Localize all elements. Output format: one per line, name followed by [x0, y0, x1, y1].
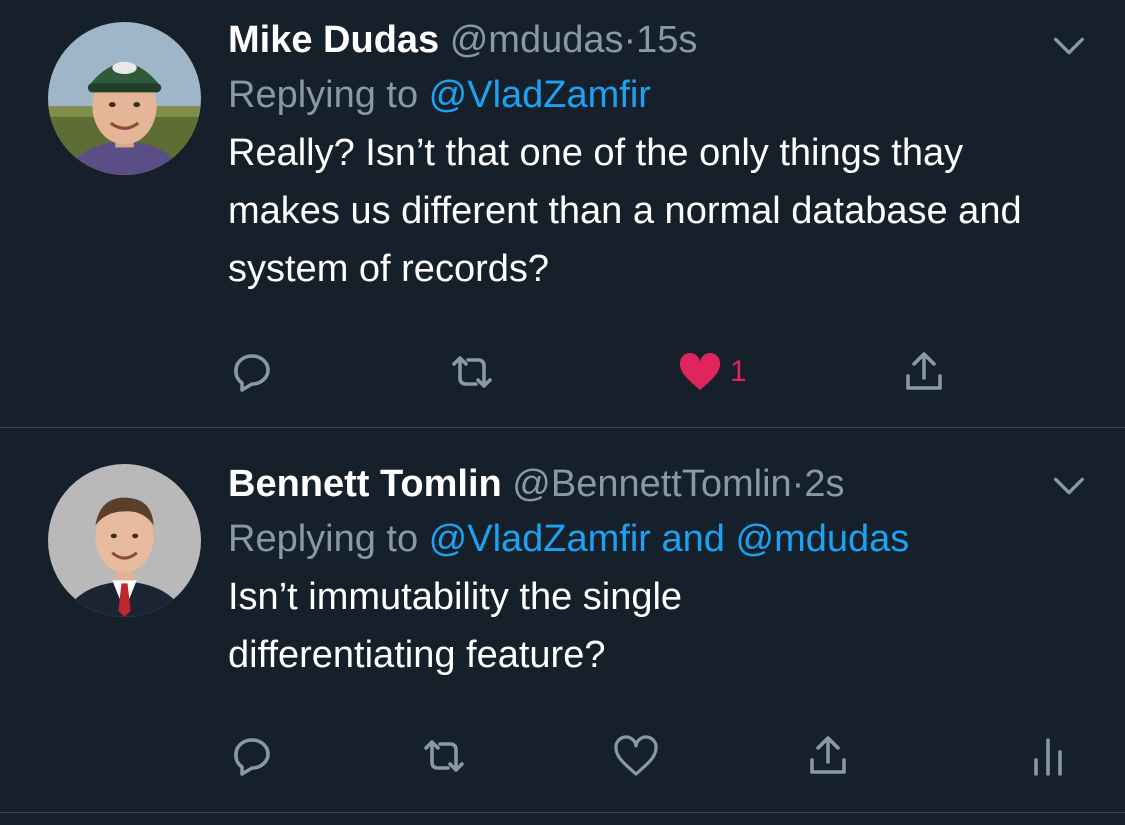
reply-icon	[234, 354, 270, 392]
retweet-button[interactable]	[420, 728, 468, 784]
replying-to: Replying to @VladZamfir and @mdudas	[228, 510, 1065, 568]
author-handle[interactable]: @BennettTomlin	[512, 463, 791, 505]
tweet-header: Mike Dudas @mdudas·15s	[228, 14, 1065, 66]
like-button[interactable]	[612, 728, 660, 784]
replying-to: Replying to @VladZamfir	[228, 66, 1065, 124]
author-handle[interactable]: @mdudas	[450, 19, 624, 61]
tweet-text: Isn’t immutability the single differenti…	[228, 576, 683, 676]
author-name[interactable]: Mike Dudas	[228, 19, 439, 61]
retweet-button[interactable]	[448, 344, 496, 400]
like-icon	[614, 735, 658, 776]
like-icon	[679, 352, 721, 390]
tweet[interactable]: Bennett Tomlin @BennettTomlin·2s Replyin…	[0, 428, 1125, 813]
tweet-text: Really? Isn’t that one of the only thing…	[228, 132, 1022, 290]
mention-link[interactable]: @mdudas	[736, 518, 910, 560]
timestamp[interactable]: 15s	[636, 19, 697, 61]
chevron-down-icon[interactable]	[1049, 466, 1089, 506]
separator-dot: ·	[623, 19, 637, 61]
tweet-header: Bennett Tomlin @BennettTomlin·2s	[228, 458, 1065, 510]
tweet-content: Bennett Tomlin @BennettTomlin·2s Replyin…	[228, 458, 1065, 684]
retweet-icon	[452, 356, 492, 388]
tweet[interactable]: Mike Dudas @mdudas·15s Replying to @Vlad…	[0, 0, 1125, 428]
chevron-down-icon[interactable]	[1049, 26, 1089, 66]
share-button[interactable]	[804, 728, 852, 784]
reply-button[interactable]	[228, 344, 276, 400]
like-button[interactable]: 1	[676, 344, 747, 400]
replying-to-label: Replying to	[228, 74, 429, 116]
avatar-man-green-cap-icon	[48, 22, 201, 175]
action-bar: 1	[228, 344, 1088, 400]
analytics-button[interactable]	[1024, 728, 1072, 784]
avatar[interactable]	[48, 22, 201, 175]
avatar[interactable]	[48, 464, 201, 617]
separator-dot: ·	[791, 463, 805, 505]
replying-to-label: Replying to	[228, 518, 429, 560]
timestamp[interactable]: 2s	[804, 463, 844, 505]
action-bar	[228, 728, 1088, 784]
retweet-icon	[424, 740, 464, 772]
share-button[interactable]	[900, 344, 948, 400]
tweet-content: Mike Dudas @mdudas·15s Replying to @Vlad…	[228, 14, 1065, 298]
share-icon	[810, 736, 846, 774]
mention-link[interactable]: @VladZamfir	[429, 518, 651, 560]
analytics-icon	[1034, 738, 1062, 776]
replying-joiner: and	[650, 518, 736, 560]
author-name[interactable]: Bennett Tomlin	[228, 463, 502, 505]
avatar-man-suit-red-tie-icon	[48, 464, 201, 617]
like-count: 1	[730, 355, 747, 388]
share-icon	[906, 352, 942, 390]
reply-icon	[234, 738, 270, 776]
timeline: Mike Dudas @mdudas·15s Replying to @Vlad…	[0, 0, 1125, 825]
mention-link[interactable]: @VladZamfir	[429, 74, 651, 116]
reply-button[interactable]	[228, 728, 276, 784]
